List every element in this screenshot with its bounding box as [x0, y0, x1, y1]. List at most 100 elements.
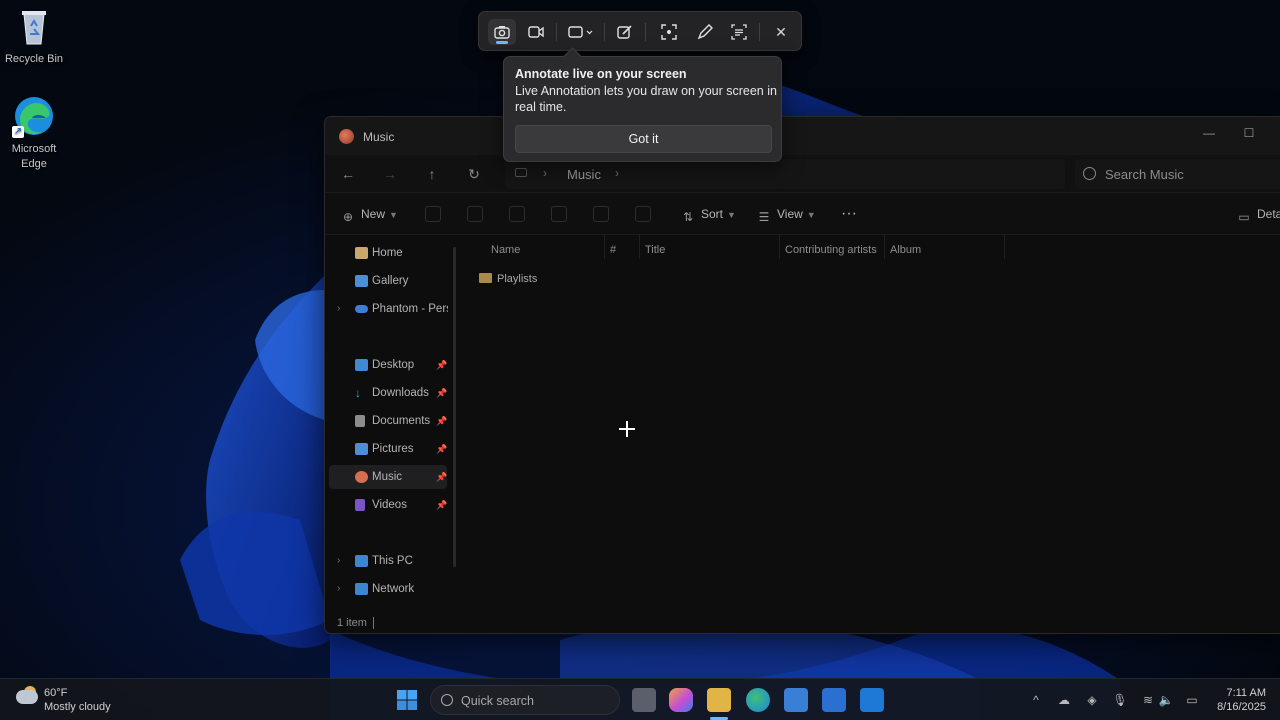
teaching-tip-title: Annotate live on your screen	[515, 67, 687, 81]
onedrive-icon[interactable]: ☁	[1056, 691, 1072, 709]
column-divider[interactable]	[884, 235, 885, 259]
chevron-down-icon: ▼	[806, 210, 816, 220]
microphone-icon[interactable]: 🎙	[1112, 691, 1128, 709]
clock-time: 7:11 AM	[1226, 687, 1266, 699]
sidebar-item-network[interactable]: › Network	[329, 577, 447, 601]
clock-date: 8/16/2025	[1217, 701, 1266, 713]
copilot-icon[interactable]	[669, 688, 693, 712]
column-divider[interactable]	[639, 235, 640, 259]
navigation-scrollbar[interactable]	[453, 247, 456, 567]
microsoft-store-icon[interactable]	[784, 688, 808, 712]
chevron-down-icon: ▼	[389, 210, 398, 220]
maximize-icon[interactable]: ☐	[1235, 123, 1263, 143]
explorer-titlebar: Music — ☐	[325, 117, 1280, 155]
copy-icon[interactable]	[467, 206, 483, 222]
view-button-label: View	[777, 207, 803, 221]
back-arrow-icon[interactable]: ←	[337, 164, 359, 184]
details-pane-button[interactable]: ▭ Deta	[1237, 205, 1280, 224]
video-camera-icon[interactable]	[522, 19, 550, 45]
toolbar-divider	[759, 23, 760, 41]
list-item[interactable]: Playlists	[479, 269, 537, 289]
sidebar-item-downloads[interactable]: ↓ Downloads 📌	[329, 381, 447, 405]
search-input[interactable]	[1105, 165, 1280, 183]
column-header-number[interactable]: #	[610, 241, 616, 259]
new-button[interactable]: ⊕ New ▼	[341, 205, 398, 224]
pin-icon: 📌	[436, 416, 448, 426]
column-divider[interactable]	[779, 235, 780, 259]
breadcrumb-item-music[interactable]: Music	[567, 167, 601, 182]
sort-icon: ⇅	[682, 210, 694, 224]
got-it-button[interactable]: Got it	[515, 125, 772, 153]
sidebar-item-documents[interactable]: Documents 📌	[329, 409, 447, 433]
view-button[interactable]: ☰ View ▼	[757, 205, 816, 224]
column-divider[interactable]	[1004, 235, 1005, 259]
more-options-icon[interactable]: ···	[841, 205, 857, 223]
status-bar: 1 item	[325, 613, 1280, 633]
desktop-icon-recycle-bin[interactable]: Recycle Bin	[0, 4, 68, 67]
chevron-right-icon: ›	[543, 166, 547, 180]
chevron-right-icon[interactable]: ›	[337, 297, 340, 321]
battery-icon[interactable]: ▭	[1182, 691, 1202, 709]
delete-icon[interactable]	[635, 206, 651, 222]
outlook-icon[interactable]	[860, 688, 884, 712]
text-extract-icon[interactable]	[725, 19, 753, 45]
sort-button[interactable]: ⇅ Sort ▼	[681, 205, 736, 224]
sidebar-item-onedrive[interactable]: › Phantom - Persc	[329, 297, 448, 321]
rectangle-snip-icon[interactable]	[563, 19, 599, 45]
sidebar-item-gallery[interactable]: Gallery	[329, 269, 447, 293]
word-icon[interactable]	[822, 688, 846, 712]
chevron-right-icon[interactable]: ›	[337, 577, 340, 601]
music-icon	[339, 129, 354, 144]
file-explorer-icon[interactable]	[707, 688, 731, 712]
desktop-icon-microsoft-edge[interactable]: ↗ Microsoft Edge	[0, 94, 68, 172]
sidebar-item-desktop[interactable]: Desktop 📌	[329, 353, 447, 377]
plus-circle-icon: ⊕	[342, 210, 354, 224]
details-button-label: Deta	[1257, 207, 1280, 221]
minimize-icon[interactable]: —	[1195, 123, 1223, 143]
column-header-name[interactable]: Name	[491, 241, 520, 259]
pen-edit-icon[interactable]	[611, 19, 639, 45]
chevron-up-icon[interactable]: ^	[1028, 691, 1044, 709]
item-count: 1 item	[337, 617, 367, 629]
taskbar-search	[430, 685, 620, 715]
sidebar-item-videos[interactable]: Videos 📌	[329, 493, 447, 517]
file-list: Name # Title Contributing artists Album …	[463, 235, 1280, 605]
wifi-icon[interactable]: ≋	[1140, 691, 1156, 709]
explorer-tab-title[interactable]: Music	[363, 130, 394, 144]
breadcrumb[interactable]: › Music ›	[505, 159, 1065, 189]
downloads-icon: ↓	[355, 386, 361, 400]
start-icon[interactable]	[395, 688, 419, 712]
folder-icon	[479, 273, 492, 283]
refresh-icon[interactable]: ↻	[463, 164, 485, 184]
close-icon[interactable]: ✕	[767, 19, 795, 45]
sidebar-item-home[interactable]: Home	[329, 241, 447, 265]
column-divider[interactable]	[604, 235, 605, 259]
pin-icon: 📌	[436, 444, 448, 454]
column-header-title[interactable]: Title	[645, 241, 665, 259]
cut-icon[interactable]	[425, 206, 441, 222]
task-view-icon[interactable]	[632, 688, 656, 712]
camera-icon[interactable]	[488, 19, 516, 45]
pictures-icon	[355, 443, 368, 455]
visual-search-icon[interactable]	[655, 19, 683, 45]
sidebar-item-this-pc[interactable]: › This PC	[329, 549, 447, 573]
volume-icon[interactable]: 🔈	[1158, 691, 1174, 709]
sidebar-item-pictures[interactable]: Pictures 📌	[329, 437, 447, 461]
pen-icon[interactable]	[691, 19, 719, 45]
edge-icon[interactable]	[746, 688, 770, 712]
sidebar-item-music[interactable]: Music 📌	[329, 465, 447, 489]
cube-icon[interactable]: ◈	[1084, 691, 1100, 709]
forward-arrow-icon[interactable]: →	[379, 164, 401, 184]
share-icon[interactable]	[593, 206, 609, 222]
up-arrow-icon[interactable]: ↑	[421, 164, 443, 184]
taskbar-search-input[interactable]	[461, 693, 571, 709]
chevron-right-icon[interactable]: ›	[337, 549, 340, 573]
desktop-icon-label: Microsoft Edge	[11, 143, 57, 170]
clock[interactable]: 7:11 AM 8/16/2025	[1206, 686, 1266, 714]
column-header-album[interactable]: Album	[890, 241, 921, 259]
sidebar-item-label: This PC	[372, 555, 413, 567]
rename-icon[interactable]	[551, 206, 567, 222]
column-header-contributing-artists[interactable]: Contributing artists	[785, 241, 877, 259]
chevron-right-icon[interactable]: ›	[615, 166, 619, 180]
paste-icon[interactable]	[509, 206, 525, 222]
